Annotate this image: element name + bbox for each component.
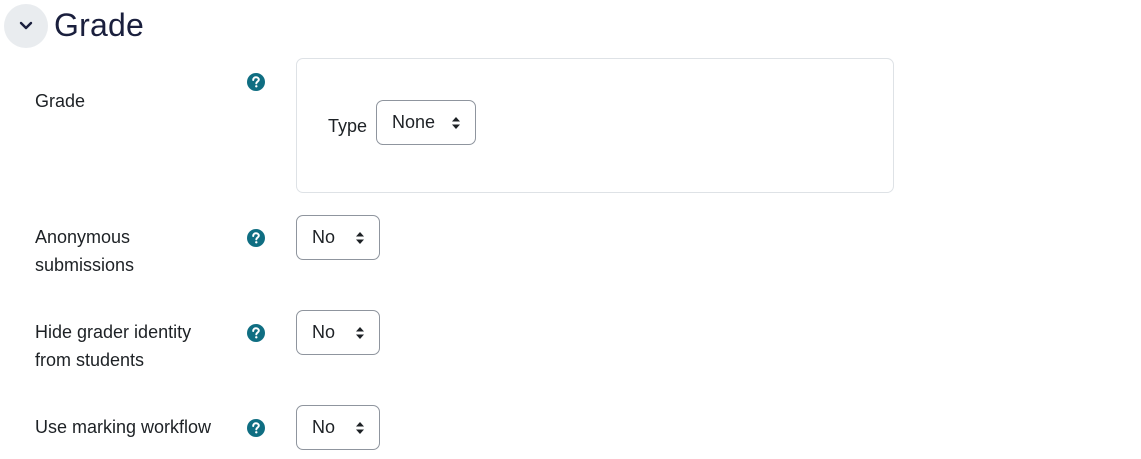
section-header: Grade	[4, 3, 144, 48]
chevron-down-icon	[19, 21, 33, 29]
hide-grader-identity-label: Hide grader identity from students	[35, 318, 240, 374]
grade-help-icon[interactable]	[247, 73, 265, 91]
marking-workflow-help-icon[interactable]	[247, 419, 265, 437]
hide-grader-identity-select[interactable]: No	[296, 310, 380, 355]
collapse-section-button[interactable]	[4, 3, 48, 48]
grade-label: Grade	[35, 91, 86, 111]
sort-caret-icon	[452, 116, 460, 129]
sort-caret-icon	[356, 421, 364, 434]
sort-caret-icon	[356, 231, 364, 244]
section-title: Grade	[54, 7, 144, 43]
marking-workflow-value: No	[312, 417, 336, 437]
hide-grader-identity-help-icon[interactable]	[247, 324, 265, 342]
anonymous-submissions-label-line2: submissions	[35, 255, 135, 275]
anonymous-submissions-label: Anonymous submissions	[35, 223, 240, 279]
anonymous-submissions-value: No	[312, 227, 336, 247]
marking-workflow-select[interactable]: No	[296, 405, 380, 450]
anonymous-submissions-help-icon[interactable]	[247, 229, 265, 247]
grade-type-value: None	[392, 112, 436, 132]
anonymous-submissions-label-line1: Anonymous	[35, 227, 131, 247]
marking-workflow-label: Use marking workflow	[35, 417, 212, 437]
hide-grader-identity-label-line2: from students	[35, 350, 145, 370]
sort-caret-icon	[356, 326, 364, 339]
anonymous-submissions-select[interactable]: No	[296, 215, 380, 260]
grade-type-label: Type	[328, 116, 368, 136]
hide-grader-identity-label-line1: Hide grader identity	[35, 322, 192, 342]
grade-type-select[interactable]: None	[376, 100, 476, 145]
grade-fieldset: Type None	[296, 58, 894, 193]
hide-grader-identity-value: No	[312, 322, 336, 342]
